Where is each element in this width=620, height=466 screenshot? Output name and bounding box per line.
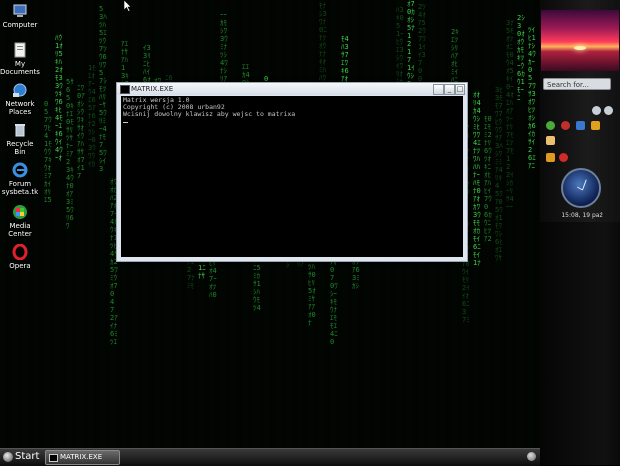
start-button[interactable]: Start — [0, 449, 42, 466]
maximize-button[interactable]: □ — [455, 84, 465, 95]
desktop-icon-media-center[interactable]: Media Center — [0, 204, 40, 238]
desktop-icon-forum[interactable]: Forum sysbeta.tk — [0, 162, 40, 196]
desktop-icon-label: Recycle Bin — [6, 140, 34, 156]
console-output[interactable]: Matrix wersja 1.0 Copyright (c) 2008 urb… — [121, 96, 463, 257]
desktop-icon-network-places[interactable]: Network Places — [0, 82, 40, 116]
speech-bubble-icon[interactable] — [604, 106, 613, 115]
app-icon-folder[interactable] — [546, 136, 555, 145]
desktop-icon-my-documents[interactable]: My Documents — [0, 42, 40, 76]
shield-icon[interactable] — [559, 153, 568, 162]
sunset-image — [574, 46, 586, 50]
app-icon-green[interactable] — [546, 121, 555, 130]
media-center-icon — [12, 204, 28, 220]
clock-gadget[interactable] — [561, 168, 601, 208]
computer-icon — [12, 3, 28, 19]
sidebar-empty-area — [540, 222, 620, 465]
internet-explorer-icon — [12, 162, 28, 178]
desktop-icon-opera[interactable]: Opera — [0, 243, 40, 270]
search-input[interactable]: Search for... — [543, 78, 611, 90]
console-line: Wcisnij dowolny klawisz aby wejsc to mat… — [123, 110, 296, 118]
speech-bubble-icon[interactable] — [592, 106, 601, 115]
app-icon-star[interactable] — [591, 121, 600, 130]
recycle-bin-icon — [12, 122, 28, 138]
tray-toggle-button[interactable] — [527, 452, 536, 461]
sidebar: Search for... 15:08, 19 paź — [540, 0, 620, 465]
desktop-icon-label: Media Center — [8, 222, 32, 238]
app-icon-blue[interactable] — [576, 121, 585, 130]
desktop-icon-label: My Documents — [0, 60, 40, 76]
matrix-window[interactable]: MATRIX.EXE _ □ Matrix wersja 1.0 Copyrig… — [116, 82, 468, 262]
documents-icon — [12, 42, 28, 58]
minimize-button-alt[interactable] — [433, 84, 444, 95]
desktop-icon-label: Network Places — [5, 100, 35, 116]
network-icon — [12, 82, 28, 98]
window-title: MATRIX.EXE — [131, 85, 174, 93]
taskbar-item-matrix[interactable]: MATRIX.EXE — [45, 450, 120, 465]
text-cursor — [123, 122, 128, 123]
opera-icon — [12, 243, 28, 261]
windows-orb-icon — [3, 452, 13, 462]
taskbar-item-label: MATRIX.EXE — [60, 453, 103, 461]
clock-label: 15:08, 19 paź — [561, 212, 603, 219]
desktop-icon-label: Opera — [9, 262, 31, 270]
desktop-icon-recycle-bin[interactable]: Recycle Bin — [0, 122, 40, 156]
desktop-icon-label: Forum sysbeta.tk — [1, 180, 39, 196]
window-titlebar[interactable]: MATRIX.EXE _ □ — [117, 83, 467, 95]
desktop: 057ｳﾜﾋ41ﾓｳｳ7ｷｳｵﾐ7ｶｲｵﾘｴ5 ﾊｳ1ｵﾘ5ｷﾊ2ｵﾓ33ｳﾂｷﾜ… — [0, 0, 540, 448]
console-app-icon — [49, 454, 58, 462]
app-icon-star[interactable] — [546, 153, 555, 162]
console-app-icon — [120, 85, 130, 94]
taskbar: Start MATRIX.EXE — [0, 448, 540, 466]
start-label: Start — [15, 451, 40, 462]
desktop-icon-computer[interactable]: Computer — [0, 3, 40, 29]
desktop-icon-label: Computer — [2, 21, 38, 29]
slideshow-gadget[interactable] — [541, 10, 619, 71]
app-icon-red[interactable] — [561, 121, 570, 130]
minimize-button[interactable]: _ — [444, 84, 455, 95]
